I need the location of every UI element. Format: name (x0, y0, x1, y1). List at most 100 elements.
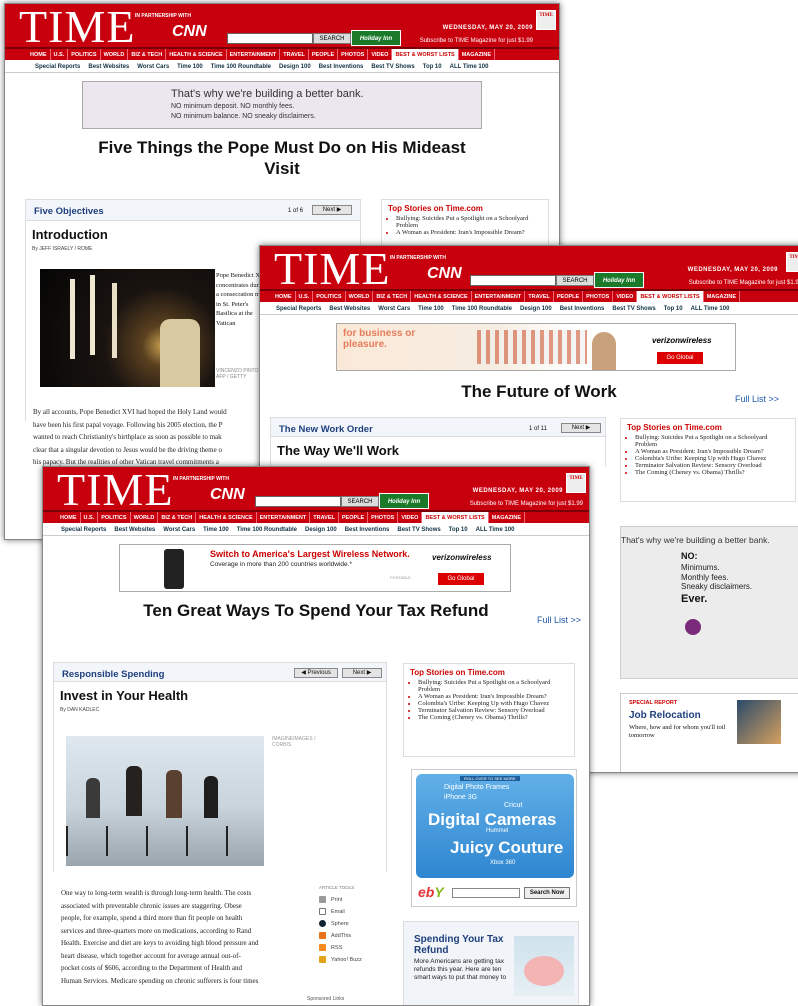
subnav-item[interactable]: ALL Time 100 (687, 303, 734, 314)
top-story-link[interactable]: Colombia's Uribe: Keeping Up with Hugo C… (418, 700, 568, 707)
subnav-item[interactable]: Special Reports (57, 524, 110, 535)
sphere-tool[interactable]: Sphere (319, 920, 379, 927)
top-story-link[interactable]: Bullying: Suicides Put a Spotlight on a … (635, 434, 789, 448)
yahoo-buzz-tool[interactable]: Yahoo! Buzz (319, 956, 379, 963)
nav-item[interactable]: MAGAZINE (704, 291, 741, 302)
ebay-small[interactable]: Hummel (486, 828, 508, 834)
subnav-item[interactable]: Best TV Shows (608, 303, 659, 314)
time-logo[interactable]: TIME (274, 246, 390, 292)
subnav-item[interactable]: Design 100 (301, 524, 341, 535)
subnav-item[interactable]: Design 100 (275, 61, 315, 72)
subscribe-link[interactable]: Subscribe to TIME Magazine for just $1.9… (420, 38, 533, 44)
subnav-item[interactable]: Special Reports (272, 303, 325, 314)
search-input[interactable] (227, 33, 313, 44)
subnav-item[interactable]: Best TV Shows (367, 61, 418, 72)
cnn-logo[interactable]: CNN (172, 23, 207, 41)
nav-item[interactable]: VIDEO (398, 512, 423, 523)
subnav-item[interactable]: Special Reports (31, 61, 84, 72)
nav-item[interactable]: HEALTH & SCIENCE (196, 512, 257, 523)
search-input[interactable] (470, 275, 556, 286)
ebay-big[interactable]: Juicy Couture (450, 838, 563, 858)
nav-item[interactable]: MAGAZINE (489, 512, 526, 523)
nav-item[interactable]: TRAVEL (280, 49, 309, 60)
subnav-item[interactable]: Best Websites (84, 61, 133, 72)
nav-item[interactable]: TRAVEL (525, 291, 554, 302)
holiday-inn-ad[interactable]: Holiday Inn (594, 272, 644, 288)
nav-item[interactable]: MAGAZINE (459, 49, 496, 60)
subnav-item[interactable]: Worst Cars (374, 303, 414, 314)
subnav-item[interactable]: Time 100 Roundtable (233, 524, 301, 535)
subnav-item[interactable]: Best TV Shows (393, 524, 444, 535)
next-button[interactable]: Next ▶ (312, 205, 352, 215)
nav-item[interactable]: HEALTH & SCIENCE (411, 291, 472, 302)
top-story-link[interactable]: A Woman as President: Iran's Impossible … (396, 229, 542, 236)
nav-item[interactable]: VIDEO (613, 291, 638, 302)
subnav-item[interactable]: Time 100 (199, 524, 233, 535)
tax-refund-promo[interactable]: Spending Your Tax Refund More Americans … (403, 921, 579, 1005)
next-button[interactable]: Next ▶ (342, 668, 382, 678)
subnav-item[interactable]: ALL Time 100 (472, 524, 519, 535)
top-story-link[interactable]: Colombia's Uribe: Keeping Up with Hugo C… (635, 455, 789, 462)
top-story-link[interactable]: Bullying: Suicides Put a Spotlight on a … (418, 679, 568, 693)
subnav-item[interactable]: Time 100 Roundtable (448, 303, 516, 314)
rss-tool[interactable]: RSS (319, 944, 379, 951)
full-list-link[interactable]: Full List >> (735, 394, 779, 404)
subscribe-link[interactable]: Subscribe to TIME Magazine for just $1.9… (689, 280, 798, 286)
nav-item[interactable]: VIDEO (368, 49, 393, 60)
subnav-item[interactable]: ALL Time 100 (446, 61, 493, 72)
nav-item[interactable]: ENTERTAINMENT (227, 49, 281, 60)
ebay-search-button[interactable]: Search Now (524, 887, 570, 899)
subnav-item[interactable]: Design 100 (516, 303, 556, 314)
ebay-item[interactable]: Cricut (504, 802, 522, 809)
go-global-button[interactable]: Go Global (438, 573, 484, 585)
verizon-banner-ad[interactable]: Switch to America's Largest Wireless Net… (119, 544, 511, 592)
top-story-link[interactable]: The Coming (Cheney vs. Obama) Thrills? (635, 469, 789, 476)
holiday-inn-ad[interactable]: Holiday Inn (351, 30, 401, 46)
top-story-link[interactable]: Bullying: Suicides Put a Spotlight on a … (396, 215, 542, 229)
time-logo[interactable]: TIME (57, 467, 173, 513)
subnav-item[interactable]: Top 10 (660, 303, 687, 314)
search-button[interactable]: SEARCH (341, 496, 379, 507)
top-story-link[interactable]: A Woman as President: Iran's Impossible … (418, 693, 568, 700)
nav-item[interactable]: PEOPLE (309, 49, 339, 60)
magazine-cover-icon[interactable]: TIME (786, 252, 798, 272)
subnav-item[interactable]: Best Inventions (341, 524, 394, 535)
ebay-item[interactable]: iPhone 3G (444, 794, 477, 801)
bank-side-ad[interactable]: That's why we're building a better bank.… (620, 526, 798, 679)
nav-item[interactable]: ENTERTAINMENT (257, 512, 311, 523)
search-input[interactable] (255, 496, 341, 507)
search-button[interactable]: SEARCH (313, 33, 351, 44)
nav-item[interactable]: PHOTOS (368, 512, 399, 523)
subnav-item[interactable]: Worst Cars (133, 61, 173, 72)
nav-item[interactable]: BEST & WORST LISTS (637, 291, 704, 302)
top-story-link[interactable]: The Coming (Cheney vs. Obama) Thrills? (418, 714, 568, 721)
nav-item[interactable]: PEOPLE (554, 291, 584, 302)
subnav-item[interactable]: Time 100 (173, 61, 207, 72)
ebay-item[interactable]: Digital Photo Frames (444, 784, 509, 791)
addthis-tool[interactable]: AddThis (319, 932, 379, 939)
ebay-search-input[interactable] (452, 888, 520, 898)
subscribe-link[interactable]: Subscribe to TIME Magazine for just $1.9… (470, 501, 583, 507)
time-logo[interactable]: TIME (19, 4, 135, 50)
search-button[interactable]: SEARCH (556, 275, 594, 286)
nav-item[interactable]: ENTERTAINMENT (472, 291, 526, 302)
nav-item[interactable]: TRAVEL (310, 512, 339, 523)
subnav-item[interactable]: Best Websites (110, 524, 159, 535)
bank-banner-ad[interactable]: That's why we're building a better bank.… (82, 81, 482, 129)
print-tool[interactable]: Print (319, 896, 379, 903)
ebay-ad[interactable]: ROLL OVER TO SEE MORE Digital Photo Fram… (411, 769, 577, 907)
nav-item[interactable]: PEOPLE (339, 512, 369, 523)
nav-item[interactable]: PHOTOS (338, 49, 369, 60)
magazine-cover-icon[interactable]: TIME (536, 10, 556, 30)
subnav-item[interactable]: Worst Cars (159, 524, 199, 535)
nav-item[interactable]: BEST & WORST LISTS (392, 49, 459, 60)
ebay-small[interactable]: Xbox 360 (490, 860, 515, 866)
next-button[interactable]: Next ▶ (561, 423, 601, 433)
subnav-item[interactable]: Best Websites (325, 303, 374, 314)
top-story-link[interactable]: Terminator Salvation Review: Sensory Ove… (418, 707, 568, 714)
previous-button[interactable]: ◀ Previous (294, 668, 338, 678)
nav-item[interactable]: BEST & WORST LISTS (422, 512, 489, 523)
subnav-item[interactable]: Best Inventions (556, 303, 609, 314)
subnav-item[interactable]: Time 100 (414, 303, 448, 314)
subnav-item[interactable]: Top 10 (445, 524, 472, 535)
